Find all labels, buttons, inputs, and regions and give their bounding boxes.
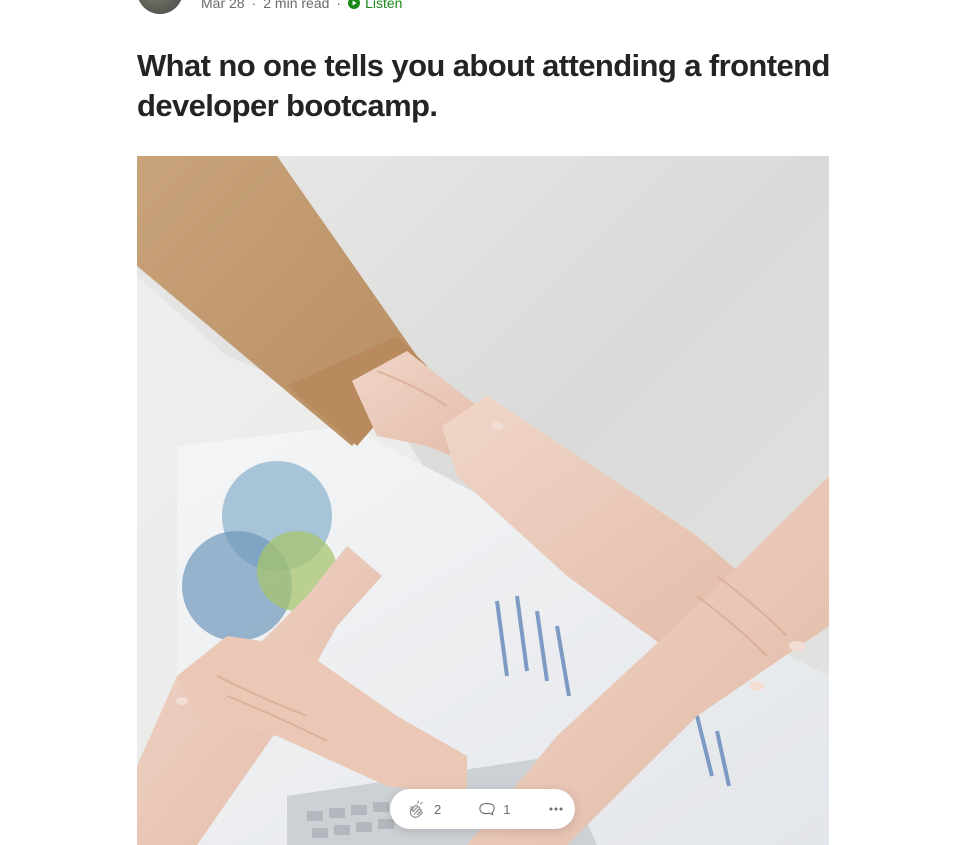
floating-action-bar: 2 1 — [390, 789, 575, 829]
read-time: 2 min read — [263, 0, 330, 11]
avatar[interactable] — [137, 0, 183, 14]
listen-button[interactable]: Listen — [348, 0, 402, 11]
response-count: 1 — [503, 801, 511, 817]
separator-dot: · — [336, 0, 342, 11]
hero-image — [137, 156, 829, 845]
publish-date: Mar 28 — [201, 0, 245, 11]
hero-illustration — [137, 156, 829, 845]
separator-dot: · — [251, 0, 257, 11]
listen-label: Listen — [365, 0, 403, 11]
article-title: What no one tells you about attending a … — [137, 48, 830, 123]
more-options-button[interactable] — [546, 799, 566, 819]
byline-meta: Mar 28 · 2 min read · Listen — [201, 0, 402, 15]
responses-button[interactable]: 1 — [477, 799, 510, 819]
speech-bubble-icon — [479, 803, 495, 816]
more-horizontal-icon — [549, 807, 563, 811]
play-circle-icon — [348, 0, 361, 9]
clap-count: 2 — [434, 801, 442, 817]
clap-icon — [409, 800, 423, 818]
clap-button[interactable]: 2 — [406, 798, 441, 820]
